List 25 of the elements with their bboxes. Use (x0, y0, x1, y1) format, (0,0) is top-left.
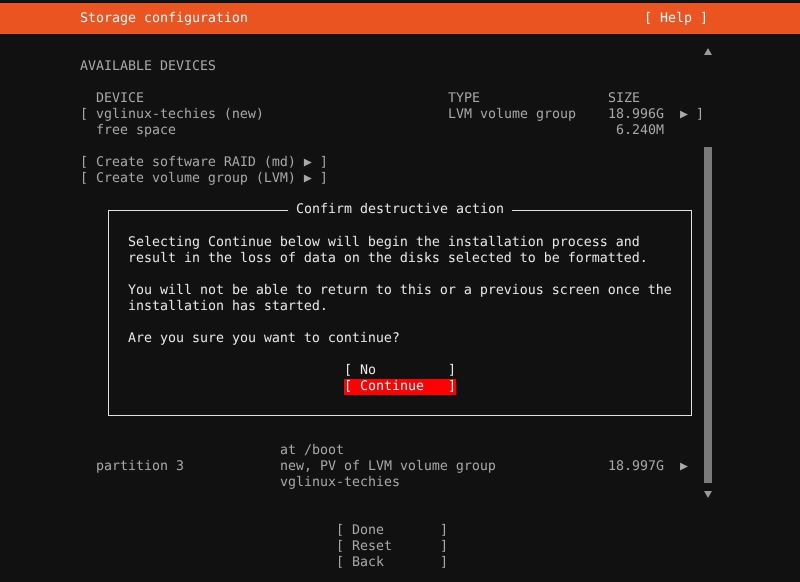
device-row[interactable]: [ vglinux-techies (new) LVM volume group 18.996G ▶ ] (80, 107, 704, 123)
partition-row[interactable]: partition 3 new, PV of LVM volume group 18.997G ▶ (80, 459, 688, 475)
partition-info: at /boot (280, 443, 344, 459)
action-button[interactable]: [ Create software RAID (md) ▶ ] (80, 155, 328, 171)
size-value: 6.240M (616, 123, 664, 138)
free-space-label: free space (96, 123, 176, 138)
menu-button[interactable]: [ Done ] (336, 523, 448, 539)
screen-title: Storage configuration (80, 10, 248, 26)
dialog-button[interactable]: [ No ] (344, 363, 456, 379)
menu-button[interactable]: [ Back ] (336, 555, 448, 571)
scrollbar-thumb[interactable] (704, 147, 712, 483)
menu-button[interactable]: [ Reset ] (336, 539, 448, 555)
action-button[interactable]: [ Create volume group (LVM) ▶ ] (80, 171, 328, 187)
help-button[interactable]: [ Help ] (644, 10, 708, 26)
scroll-up-icon[interactable] (704, 48, 712, 55)
section-heading: AVAILABLE DEVICES (80, 59, 216, 75)
dialog-message: Are you sure you want to continue? (128, 331, 401, 347)
column-header: DEVICE (96, 91, 144, 106)
partition-info: vglinux-techies (280, 475, 400, 491)
dialog-button[interactable]: [ Continue ] (344, 379, 456, 395)
column-header: SIZE (608, 91, 640, 106)
dialog-message: You will not be able to return to this or a previous screen once the installation has started. (128, 283, 672, 315)
column-header: TYPE (448, 91, 480, 106)
scroll-down-icon[interactable] (704, 491, 712, 498)
dialog-message: Selecting Continue below will begin the installation process and result in the loss of data on the disks selected to be formatted. (128, 235, 649, 267)
